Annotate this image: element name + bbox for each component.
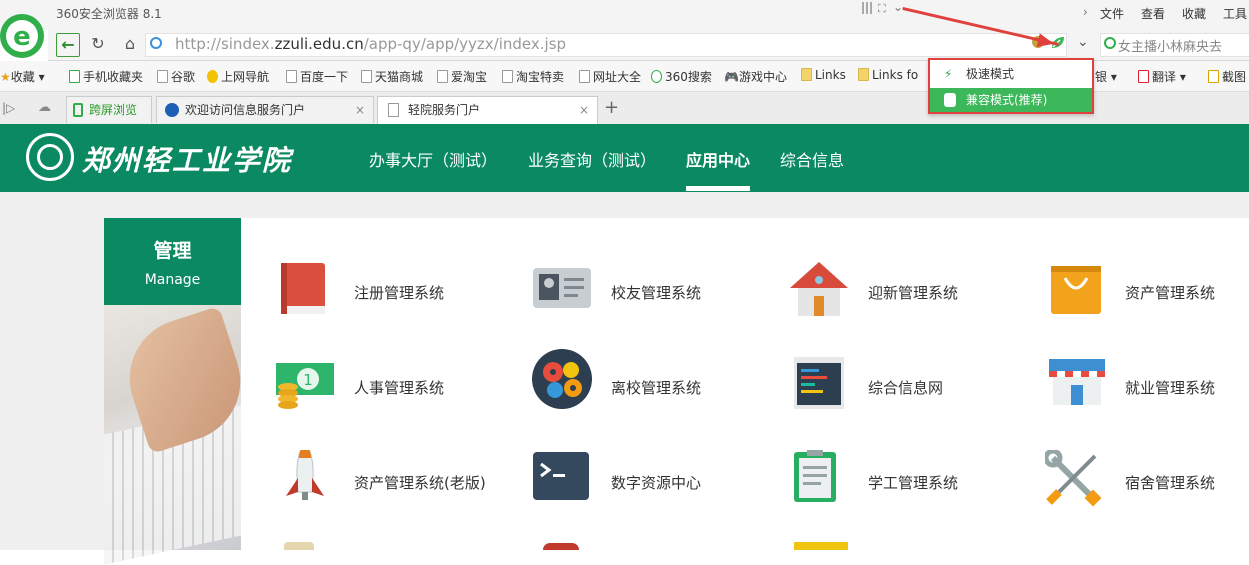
svg-text:e: e xyxy=(13,22,31,52)
nav-active-indicator xyxy=(686,186,750,191)
red-book-icon xyxy=(281,263,325,314)
sidebar-toggle-icon[interactable]: |▷ xyxy=(2,101,15,115)
bookmark-links[interactable]: Links xyxy=(801,68,846,82)
app-orientation[interactable]: 迎新管理系统 xyxy=(788,260,1028,340)
tools-icon xyxy=(1045,450,1102,507)
app-assets-old[interactable]: 资产管理系统(老版) xyxy=(274,450,514,530)
site-name: 郑州轻工业学院 xyxy=(82,144,293,177)
bookmark-links-fo[interactable]: Links fo xyxy=(858,68,918,82)
shopping-bag-icon xyxy=(1051,266,1101,314)
svg-text:1: 1 xyxy=(303,371,313,389)
tab-portal[interactable]: 轻院服务门户 × xyxy=(377,96,598,124)
bookmark-360search[interactable]: 360搜索 xyxy=(651,68,712,85)
dropdown-chevron-icon[interactable]: ⌄ xyxy=(1077,34,1089,50)
school-emblem-inner-icon xyxy=(37,144,63,170)
page-icon xyxy=(388,103,399,117)
bookmark-baidu[interactable]: 百度一下 xyxy=(286,68,348,85)
bookmark-games[interactable]: 🎮游戏中心 xyxy=(724,68,787,85)
back-button[interactable]: ← xyxy=(56,33,80,57)
partial-app-icon xyxy=(284,542,314,550)
sidebar-subtitle: Manage xyxy=(144,272,201,288)
app-hr[interactable]: 1 人事管理系统 xyxy=(274,355,514,435)
app-leaving[interactable]: 离校管理系统 xyxy=(531,348,771,428)
new-tab-button[interactable]: + xyxy=(604,97,619,118)
url-text[interactable]: http://sindex.zzuli.edu.cn/app-qy/app/yy… xyxy=(175,35,566,53)
app-assets[interactable]: 资产管理系统 xyxy=(1045,260,1249,340)
bookmark-google[interactable]: 谷歌 xyxy=(157,68,195,85)
bookmark-mobile[interactable]: 手机收藏夹 xyxy=(69,68,143,85)
terminal-icon xyxy=(533,452,589,500)
partial-app-icon xyxy=(794,542,848,550)
browser-logo-icon: e xyxy=(0,14,44,58)
close-tab-icon[interactable]: × xyxy=(579,97,589,123)
tab-welcome[interactable]: 欢迎访问信息服务门户 × xyxy=(156,96,374,123)
browser-title-bar xyxy=(0,0,1249,30)
fullscreen-icon[interactable]: ⛶ xyxy=(878,2,886,16)
grid-icon[interactable] xyxy=(862,2,874,14)
bookmark-translate[interactable]: 翻译 ▾ xyxy=(1138,68,1186,85)
bookmark-yin[interactable]: 银 ▾ xyxy=(1095,68,1117,85)
store-icon xyxy=(1049,359,1105,405)
search-text[interactable]: 女主播小林麻央去 xyxy=(1118,36,1222,55)
menu-file[interactable]: 文件 xyxy=(1100,5,1124,22)
lightning-icon: ⚡ xyxy=(944,67,953,81)
nav-business-query[interactable]: 业务查询（测试） xyxy=(528,147,656,171)
house-icon xyxy=(790,262,848,316)
menu-item-fast-mode[interactable]: ⚡ 极速模式 xyxy=(930,62,1092,86)
app-info-net[interactable]: 综合信息网 xyxy=(788,355,1028,435)
menu-view[interactable]: 查看 xyxy=(1141,5,1165,22)
bookmark-screenshot[interactable]: 截图 xyxy=(1208,68,1246,85)
bookmark-taobao-sale[interactable]: 淘宝特卖 xyxy=(502,68,564,85)
ie-icon xyxy=(944,93,956,107)
refresh-icon[interactable]: ↻ xyxy=(87,33,109,55)
bookmark-hao[interactable]: 网址大全 xyxy=(579,68,641,85)
home-icon[interactable]: ⌂ xyxy=(119,33,141,55)
partial-app-icon xyxy=(543,543,579,550)
app-alumni[interactable]: 校友管理系统 xyxy=(531,260,771,340)
cloud-icon[interactable]: ☁ xyxy=(38,100,51,115)
menu-tools[interactable]: 工具 xyxy=(1223,5,1247,22)
app-employment[interactable]: 就业管理系统 xyxy=(1045,355,1249,435)
app-student-affairs[interactable]: 学工管理系统 xyxy=(788,450,1028,530)
site-favicon-icon xyxy=(165,103,179,117)
bookmark-favorites[interactable]: ★收藏 ▾ xyxy=(0,68,45,85)
bookmark-nav[interactable]: 上网导航 xyxy=(207,68,269,85)
nav-info[interactable]: 综合信息 xyxy=(780,147,844,171)
chevron-right-icon[interactable]: › xyxy=(1083,5,1088,19)
app-dormitory[interactable]: 宿舍管理系统 xyxy=(1045,450,1249,530)
code-screen-icon xyxy=(794,357,844,409)
nav-service-hall[interactable]: 办事大厅（测试） xyxy=(369,147,497,171)
menu-favorites[interactable]: 收藏 xyxy=(1182,5,1206,22)
nav-app-center[interactable]: 应用中心 xyxy=(686,147,750,171)
id-card-icon xyxy=(533,268,591,308)
close-tab-icon[interactable]: × xyxy=(355,97,365,123)
sidebar-title: 管理 xyxy=(153,240,192,262)
money-icon: 1 xyxy=(276,363,334,409)
chevron-down-icon[interactable]: ⌄ xyxy=(893,0,903,14)
browser-title: 360安全浏览器 8.1 xyxy=(56,7,162,21)
clipboard-icon xyxy=(794,450,836,502)
search-engine-icon[interactable] xyxy=(1104,37,1116,49)
phone-icon xyxy=(73,103,83,117)
bookmark-tmall[interactable]: 天猫商城 xyxy=(361,68,423,85)
rocket-icon xyxy=(286,450,324,500)
tab-cross-screen[interactable]: 跨屏浏览 xyxy=(66,96,152,123)
menu-item-compat-mode[interactable]: 兼容模式(推荐) xyxy=(930,88,1092,112)
gears-icon xyxy=(532,349,592,409)
bookmark-aitaobao[interactable]: 爱淘宝 xyxy=(437,68,487,85)
app-registration[interactable]: 注册管理系统 xyxy=(274,260,514,340)
app-digital-resources[interactable]: 数字资源中心 xyxy=(531,450,771,530)
globe-icon xyxy=(150,37,162,49)
